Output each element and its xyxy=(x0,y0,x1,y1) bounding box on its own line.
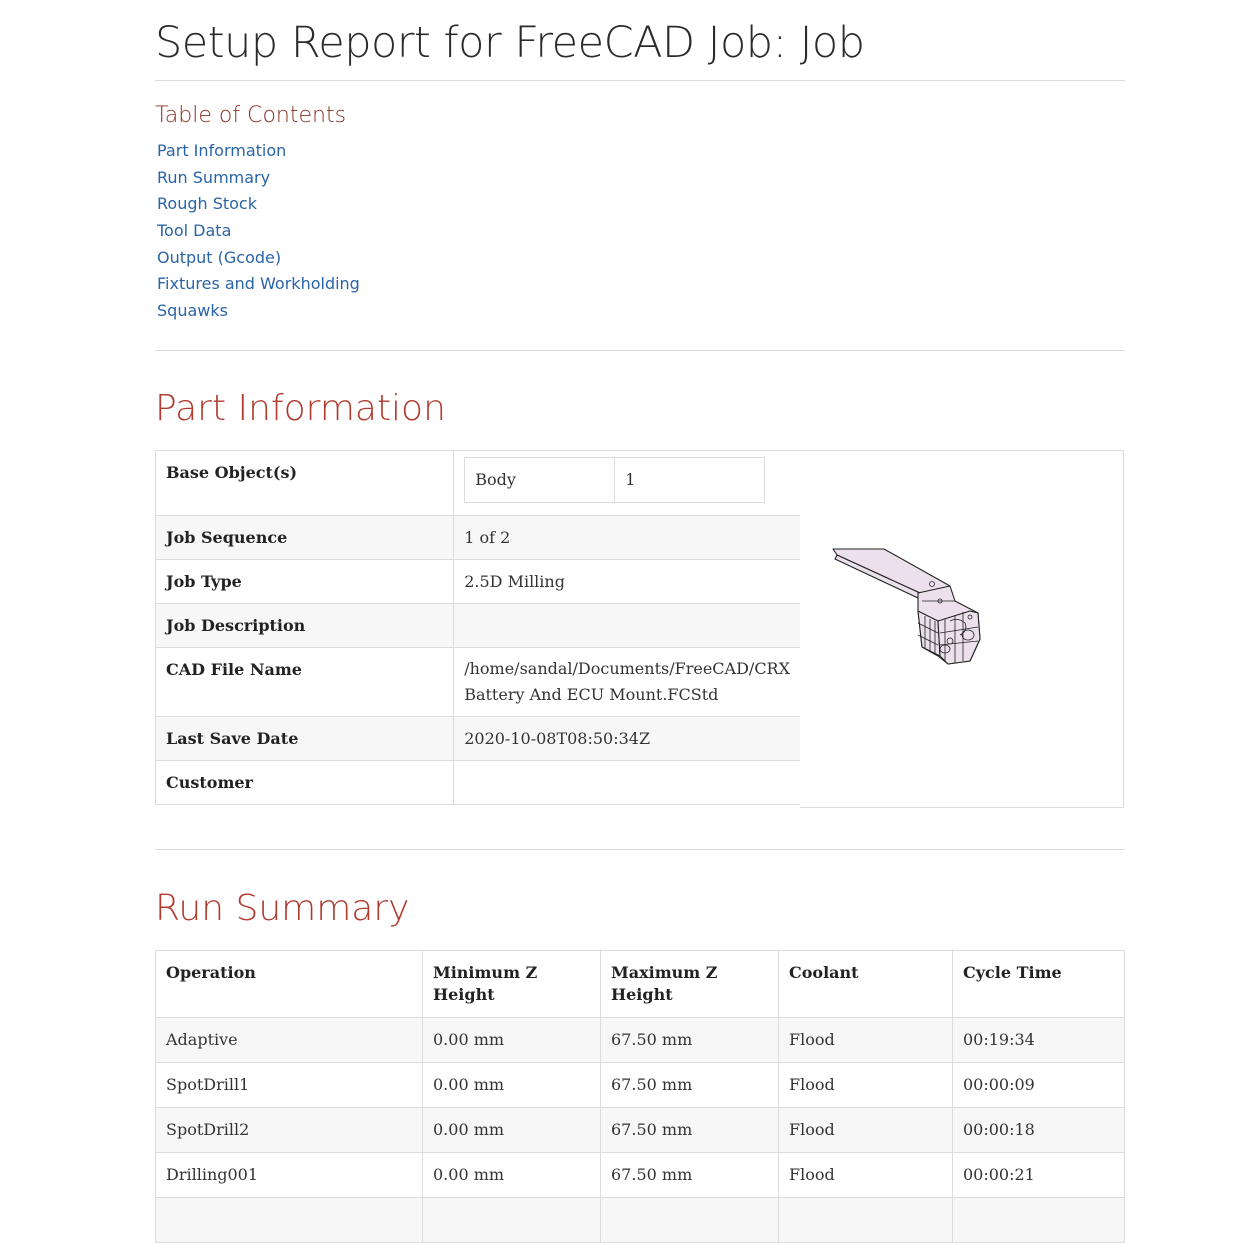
min-z-cell: 0.00 mm xyxy=(422,1152,601,1198)
operation-cell: Adaptive xyxy=(155,1017,423,1063)
toc-link-run-summary[interactable]: Run Summary xyxy=(157,168,270,187)
cycle-time-cell: 00:19:34 xyxy=(952,1017,1125,1063)
job-type-label: Job Type xyxy=(154,559,455,604)
toc-link-squawks[interactable]: Squawks xyxy=(157,301,228,320)
last-save-label: Last Save Date xyxy=(154,716,455,761)
col-operation: Operation xyxy=(155,950,423,1018)
table-row: Customer xyxy=(154,760,801,805)
part-information-block: Base Object(s) Body 1 Job Sequence 1 of … xyxy=(154,450,1125,808)
cycle-time-cell: 00:00:18 xyxy=(952,1107,1125,1153)
table-row: Job Type 2.5D Milling xyxy=(154,559,801,604)
part-image xyxy=(832,548,981,665)
table-of-contents: Part Information Run Summary Rough Stock… xyxy=(157,139,360,326)
toc-link-output-gcode[interactable]: Output (Gcode) xyxy=(157,248,281,267)
cad-file-path-line2: Battery And ECU Mount.FCStd xyxy=(464,685,719,704)
cad-file-label: CAD File Name xyxy=(154,647,455,717)
coolant-cell: Flood xyxy=(778,1107,953,1153)
min-z-cell: 0.00 mm xyxy=(422,1107,601,1153)
max-z-cell: 67.50 mm xyxy=(600,1107,779,1153)
table-header-row: Operation Minimum Z Height Maximum Z Hei… xyxy=(155,950,1125,1018)
run-summary-table: Operation Minimum Z Height Maximum Z Hei… xyxy=(155,950,1125,1243)
table-row: SpotDrill2 0.00 mm 67.50 mm Flood 00:00:… xyxy=(155,1107,1125,1153)
title-divider xyxy=(155,80,1125,81)
table-row: Base Object(s) Body 1 xyxy=(154,450,801,516)
toc-link-fixtures[interactable]: Fixtures and Workholding xyxy=(157,274,360,293)
part-information-table: Base Object(s) Body 1 Job Sequence 1 of … xyxy=(154,450,801,805)
base-object-count: 1 xyxy=(614,457,766,503)
toc-link-rough-stock[interactable]: Rough Stock xyxy=(157,194,257,213)
page-title: Setup Report for FreeCAD Job: Job xyxy=(155,18,865,68)
base-object-name: Body xyxy=(464,457,616,503)
cycle-time-cell: 00:00:21 xyxy=(952,1152,1125,1198)
max-z-cell: 67.50 mm xyxy=(600,1017,779,1063)
customer-value xyxy=(453,760,801,805)
part-info-divider xyxy=(155,849,1125,850)
max-z-cell: 67.50 mm xyxy=(600,1152,779,1198)
job-type-value: 2.5D Milling xyxy=(453,559,801,604)
job-sequence-label: Job Sequence xyxy=(154,515,455,560)
coolant-cell: Flood xyxy=(778,1152,953,1198)
max-z-cell: 67.50 mm xyxy=(600,1062,779,1108)
col-max-z: Maximum Z Height xyxy=(600,950,779,1018)
table-row xyxy=(155,1197,1125,1243)
col-coolant: Coolant xyxy=(778,950,953,1018)
base-objects-table: Body 1 xyxy=(464,457,766,503)
cad-file-path-line1: /home/sandal/Documents/FreeCAD/CRX xyxy=(464,659,790,678)
customer-label: Customer xyxy=(154,760,455,805)
table-row: SpotDrill1 0.00 mm 67.50 mm Flood 00:00:… xyxy=(155,1062,1125,1108)
table-row: CAD File Name /home/sandal/Documents/Fre… xyxy=(154,647,801,717)
part-information-heading: Part Information xyxy=(155,388,446,429)
cycle-time-cell: 00:00:09 xyxy=(952,1062,1125,1108)
table-row: Adaptive 0.00 mm 67.50 mm Flood 00:19:34 xyxy=(155,1017,1125,1063)
min-z-cell: 0.00 mm xyxy=(422,1017,601,1063)
run-summary-heading: Run Summary xyxy=(155,888,410,929)
job-description-label: Job Description xyxy=(154,603,455,648)
cad-file-value: /home/sandal/Documents/FreeCAD/CRX Batte… xyxy=(453,647,801,717)
toc-heading: Table of Contents xyxy=(155,103,347,128)
part-image-cell xyxy=(800,450,1124,808)
operation-cell: Drilling001 xyxy=(155,1152,423,1198)
col-cycle-time: Cycle Time xyxy=(952,950,1125,1018)
coolant-cell: Flood xyxy=(778,1017,953,1063)
toc-link-tool-data[interactable]: Tool Data xyxy=(157,221,231,240)
base-objects-label: Base Object(s) xyxy=(154,450,455,516)
table-row: Job Description xyxy=(154,603,801,648)
operation-cell: SpotDrill1 xyxy=(155,1062,423,1108)
coolant-cell: Flood xyxy=(778,1062,953,1108)
last-save-value: 2020-10-08T08:50:34Z xyxy=(453,716,801,761)
table-row: Job Sequence 1 of 2 xyxy=(154,515,801,560)
job-description-value xyxy=(453,603,801,648)
job-sequence-value: 1 of 2 xyxy=(453,515,801,560)
min-z-cell: 0.00 mm xyxy=(422,1062,601,1108)
table-row: Drilling001 0.00 mm 67.50 mm Flood 00:00… xyxy=(155,1152,1125,1198)
toc-link-part-information[interactable]: Part Information xyxy=(157,141,286,160)
table-row: Last Save Date 2020-10-08T08:50:34Z xyxy=(154,716,801,761)
operation-cell: SpotDrill2 xyxy=(155,1107,423,1153)
col-min-z: Minimum Z Height xyxy=(422,950,601,1018)
toc-divider xyxy=(155,350,1125,351)
